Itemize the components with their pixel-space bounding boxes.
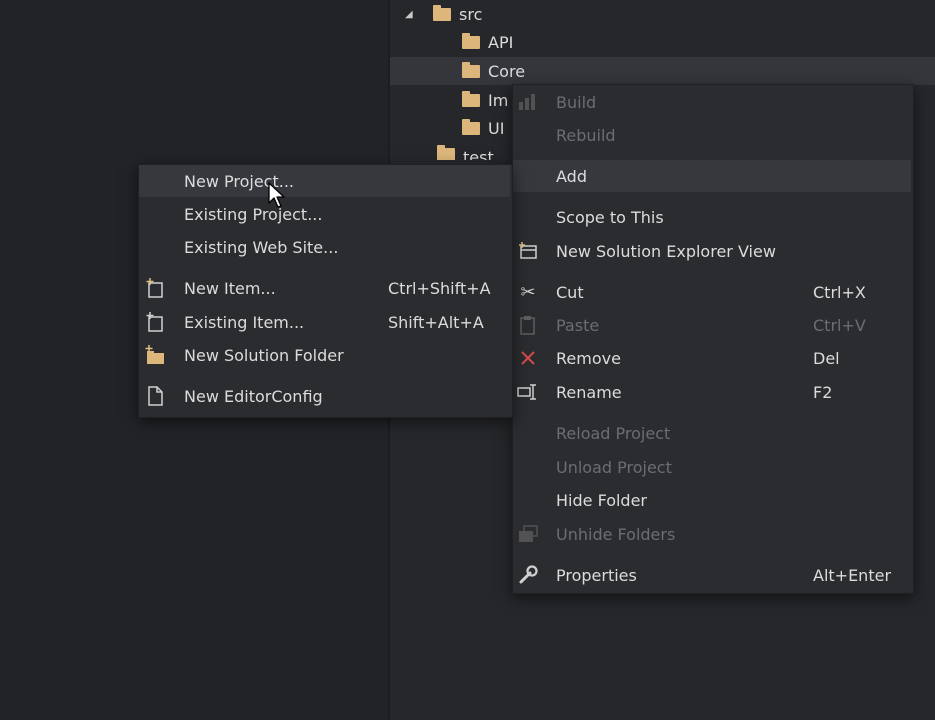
tree-item-label: src: [459, 4, 483, 24]
menu-item-shortcut: Ctrl+V: [813, 315, 866, 335]
folder-icon: [462, 118, 480, 135]
menu-item-label: New Item...: [184, 278, 276, 298]
menu-item-label: Paste: [556, 315, 600, 335]
menu-item-label: Existing Project...: [184, 204, 323, 224]
menu-item-label: Add: [556, 166, 587, 186]
menu-item-build[interactable]: Build: [513, 86, 911, 118]
tree-item-im[interactable]: Im: [462, 86, 512, 114]
menu-item-label: Unhide Folders: [556, 524, 676, 544]
tree-item-label: API: [488, 32, 514, 52]
new-folder-icon: [144, 344, 166, 366]
menu-item-label: Rename: [556, 382, 622, 402]
close-icon: [517, 347, 539, 369]
menu-item-hide-folder[interactable]: Hide Folder: [513, 484, 911, 516]
folder-icon: [462, 90, 480, 107]
tree-item-label: test: [463, 148, 494, 160]
menu-item-label: Hide Folder: [556, 490, 648, 510]
menu-item-new-editorconfig[interactable]: New EditorConfig: [139, 380, 510, 412]
tree-item-label: UI: [488, 118, 505, 138]
new-item-icon: [144, 277, 166, 299]
menu-item-label: Build: [556, 92, 597, 112]
menu-item-unload-project[interactable]: Unload Project: [513, 451, 911, 483]
rename-icon: [517, 381, 539, 403]
menu-item-label: Properties: [556, 565, 637, 585]
menu-item-label: Unload Project: [556, 457, 672, 477]
menu-item-label: Scope to This: [556, 207, 664, 227]
folder-icon: [433, 4, 451, 21]
tree-item-src[interactable]: ◢ src: [405, 0, 935, 28]
menu-item-existing-web-site[interactable]: Existing Web Site...: [139, 231, 510, 263]
menu-item-existing-item[interactable]: Existing Item... Shift+Alt+A: [139, 306, 510, 338]
existing-item-icon: [144, 311, 166, 333]
menu-item-label: Rebuild: [556, 125, 616, 145]
menu-item-rebuild[interactable]: Rebuild: [513, 119, 911, 151]
tree-item-core[interactable]: Core: [390, 57, 935, 85]
file-icon: [144, 385, 166, 407]
collapse-arrow-icon[interactable]: ◢: [405, 9, 419, 20]
menu-item-new-project[interactable]: New Project...: [139, 165, 510, 197]
menu-item-shortcut: Ctrl+X: [813, 282, 866, 302]
unhide-icon: [517, 523, 539, 545]
build-icon: [517, 91, 539, 113]
menu-item-cut[interactable]: ✂ Cut Ctrl+X: [513, 276, 911, 308]
folder-icon: [462, 32, 480, 49]
menu-item-label: New EditorConfig: [184, 386, 323, 406]
menu-item-new-item[interactable]: New Item... Ctrl+Shift+A: [139, 272, 510, 304]
tree-item-test[interactable]: test: [437, 144, 512, 160]
menu-item-add[interactable]: Add: [513, 160, 911, 192]
menu-item-new-solution-folder[interactable]: New Solution Folder: [139, 339, 510, 371]
menu-item-label: Existing Item...: [184, 312, 305, 332]
tree-item-label: Core: [488, 61, 526, 81]
context-menu: Build Rebuild Add Scope to This New Solu…: [512, 84, 914, 594]
menu-item-remove[interactable]: Remove Del: [513, 342, 911, 374]
scissors-icon: ✂: [520, 281, 536, 303]
mouse-cursor-icon: [268, 182, 285, 208]
menu-item-label: New Solution Folder: [184, 345, 344, 365]
menu-item-shortcut: Del: [813, 348, 840, 368]
add-submenu: New Project... Existing Project... Exist…: [138, 164, 513, 418]
menu-item-shortcut: Shift+Alt+A: [388, 312, 484, 332]
clipboard-icon: [517, 314, 539, 336]
menu-item-label: Cut: [556, 282, 584, 302]
folder-icon: [437, 145, 455, 160]
tree-item-api[interactable]: API: [462, 28, 935, 56]
menu-item-reload-project[interactable]: Reload Project: [513, 417, 911, 449]
menu-item-properties[interactable]: Properties Alt+Enter: [513, 559, 911, 591]
menu-item-shortcut: F2: [813, 382, 833, 402]
menu-item-new-solution-explorer-view[interactable]: New Solution Explorer View: [513, 235, 911, 267]
menu-item-paste[interactable]: Paste Ctrl+V: [513, 309, 911, 341]
menu-item-unhide-folders[interactable]: Unhide Folders: [513, 518, 911, 550]
tree-item-ui[interactable]: UI: [462, 114, 512, 142]
menu-item-shortcut: Alt+Enter: [813, 565, 892, 585]
menu-item-label: New Solution Explorer View: [556, 241, 776, 261]
tree-item-label: Im: [488, 90, 509, 110]
folder-icon: [462, 61, 480, 78]
menu-item-rename[interactable]: Rename F2: [513, 376, 911, 408]
wrench-icon: [517, 564, 539, 586]
menu-item-label: Remove: [556, 348, 621, 368]
menu-item-label: Existing Web Site...: [184, 237, 339, 257]
menu-item-shortcut: Ctrl+Shift+A: [388, 278, 491, 298]
menu-item-scope-to-this[interactable]: Scope to This: [513, 201, 911, 233]
menu-item-label: Reload Project: [556, 423, 671, 443]
new-view-icon: [517, 240, 539, 262]
menu-item-existing-project[interactable]: Existing Project...: [139, 198, 510, 230]
